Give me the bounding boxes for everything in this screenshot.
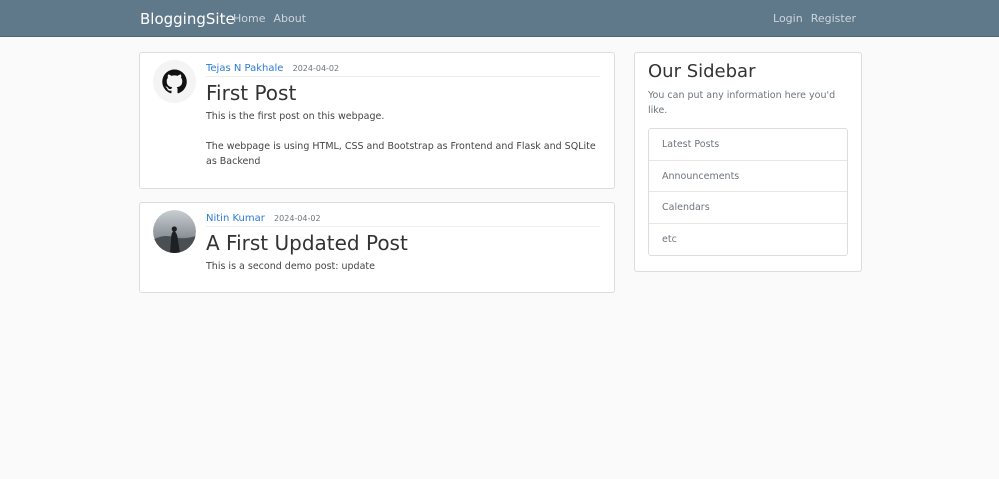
sidebar-item-latest-posts[interactable]: Latest Posts: [649, 129, 847, 161]
post-card: Tejas N Pakhale 2024-04-02 First Post Th…: [139, 52, 615, 189]
post-date: 2024-04-02: [274, 214, 321, 223]
post-title-link[interactable]: A First Updated Post: [206, 230, 600, 256]
github-logo-icon: [153, 60, 196, 103]
nav-right: Login Register: [773, 12, 856, 26]
post-date: 2024-04-02: [292, 64, 340, 73]
nav-register-link[interactable]: Register: [811, 12, 856, 26]
post-author-link[interactable]: Tejas N Pakhale: [206, 63, 283, 74]
sidebar-description: You can put any information here you'd l…: [648, 90, 836, 116]
post-author-link[interactable]: Nitin Kumar: [206, 213, 265, 224]
nav-about-link[interactable]: About: [273, 12, 306, 26]
post-card: Nitin Kumar 2024-04-02 A First Updated P…: [139, 202, 615, 293]
post-meta: Tejas N Pakhale 2024-04-02: [206, 63, 600, 77]
top-navbar: BloggingSite Home About Login Register: [0, 0, 999, 37]
post-content: This is a second demo post: update: [206, 261, 375, 272]
sidebar: Our Sidebar You can put any information …: [634, 52, 862, 272]
post-meta: Nitin Kumar 2024-04-02: [206, 213, 600, 227]
profile-photo: [153, 210, 196, 253]
sidebar-title: Our Sidebar: [648, 61, 756, 82]
nav-left: Home About: [233, 12, 306, 26]
sidebar-item-calendars[interactable]: Calendars: [649, 192, 847, 224]
nav-home-link[interactable]: Home: [233, 12, 265, 26]
post-title-link[interactable]: First Post: [206, 80, 600, 106]
post-content: This is the first post on this webpage. …: [206, 111, 596, 167]
posts-column: Tejas N Pakhale 2024-04-02 First Post Th…: [139, 52, 615, 306]
sidebar-list: Latest Posts Announcements Calendars etc: [648, 128, 848, 256]
nav-login-link[interactable]: Login: [773, 12, 803, 26]
sidebar-item-announcements[interactable]: Announcements: [649, 161, 847, 192]
brand-link[interactable]: BloggingSite: [140, 10, 235, 28]
sidebar-item-etc[interactable]: etc: [649, 224, 847, 256]
